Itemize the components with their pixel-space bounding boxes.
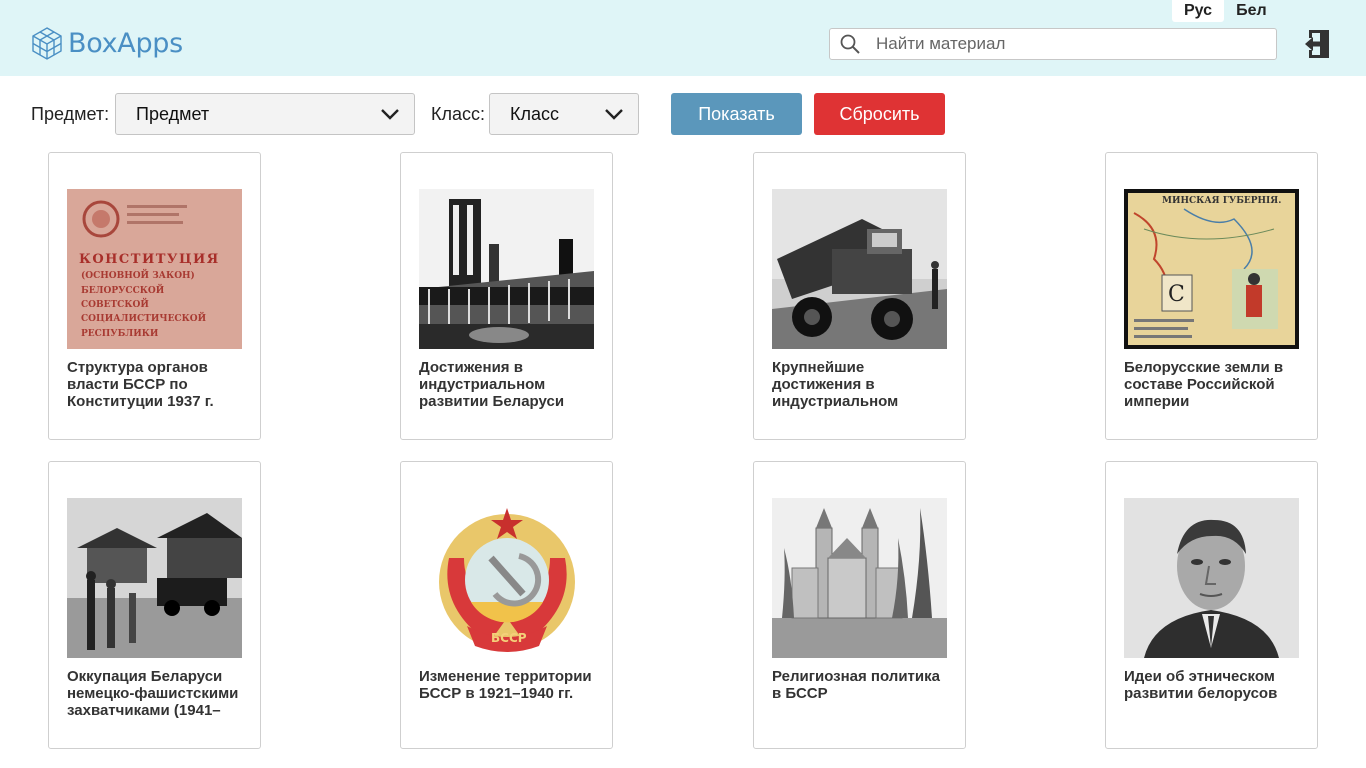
card-title: Идеи об этническом развитии белорусов: [1124, 668, 1278, 702]
minsk-governorate-map: МИНСКАЯ ГУБЕРНІЯ. С: [1124, 189, 1299, 349]
search-icon: [840, 34, 860, 54]
search-input[interactable]: [876, 34, 1256, 54]
language-switch: Рус Бел: [1172, 0, 1279, 22]
lang-ru-button[interactable]: Рус: [1172, 0, 1225, 22]
card-title: Изменение территории БССР в 1921–1940 гг…: [419, 668, 592, 702]
card-title: Белорусские земли в составе Российской и…: [1124, 359, 1284, 410]
subject-select-value: Предмет: [136, 103, 210, 124]
material-card[interactable]: МИНСКАЯ ГУБЕРНІЯ. С Белорусские земли в …: [1105, 152, 1318, 440]
church-drawing: [772, 498, 947, 658]
header: BoxApps Рус Бел: [0, 0, 1366, 76]
subject-label: Предмет:: [31, 104, 110, 124]
cube-logo-icon: [32, 27, 62, 60]
grade-select[interactable]: Класс: [489, 93, 639, 135]
svg-text:БССР: БССР: [491, 631, 527, 645]
show-button[interactable]: Показать: [671, 93, 802, 135]
card-title: Крупнейшие достижения в индустриальном: [772, 359, 899, 410]
portrait-photo: [1124, 498, 1299, 658]
logo-text: BoxApps: [68, 27, 183, 59]
logo[interactable]: BoxApps: [30, 26, 183, 60]
svg-text:МИНСКАЯ ГУБЕРНІЯ.: МИНСКАЯ ГУБЕРНІЯ.: [1162, 196, 1281, 206]
card-title: Структура органов власти БССР по Констит…: [67, 359, 214, 410]
material-card[interactable]: Крупнейшие достижения в индустриальном: [753, 152, 966, 440]
svg-text:КОНСТИТУЦИЯ: КОНСТИТУЦИЯ: [79, 252, 220, 267]
grade-select-value: Класс: [510, 103, 559, 124]
svg-text:С: С: [1168, 282, 1185, 307]
material-card[interactable]: Религиозная политика в БССР: [753, 461, 966, 749]
constitution-cover-image: КОНСТИТУЦИЯ (ОСНОВНОЙ ЗАКОН) БЕЛОРУССКОЙ…: [67, 189, 242, 349]
svg-text:РЕСПУБЛИКИ: РЕСПУБЛИКИ: [81, 329, 159, 339]
grade-label: Класс:: [431, 104, 485, 124]
material-card[interactable]: БССР Изменение территории БССР в 1921–19…: [400, 461, 613, 749]
card-title: Религиозная политика в БССР: [772, 668, 940, 702]
card-title: Оккупация Беларуси немецко-фашистскими з…: [67, 668, 239, 719]
industrial-plant-photo: [419, 189, 594, 349]
subject-select[interactable]: Предмет: [115, 93, 415, 135]
card-title: Достижения в индустриальном развитии Бел…: [419, 359, 565, 410]
reset-button[interactable]: Сбросить: [814, 93, 945, 135]
material-card[interactable]: Идеи об этническом развитии белорусов: [1105, 461, 1318, 749]
logout-door-icon[interactable]: [1303, 28, 1333, 60]
material-card[interactable]: КОНСТИТУЦИЯ (ОСНОВНОЙ ЗАКОН) БЕЛОРУССКОЙ…: [48, 152, 261, 440]
bssr-coat-of-arms: БССР: [419, 498, 594, 658]
search-box: [829, 28, 1277, 60]
lang-by-button[interactable]: Бел: [1224, 0, 1279, 22]
dump-truck-photo: [772, 189, 947, 349]
occupation-village-photo: [67, 498, 242, 658]
material-card[interactable]: Оккупация Беларуси немецко-фашистскими з…: [48, 461, 261, 749]
chevron-down-icon: [605, 109, 623, 120]
material-card[interactable]: Достижения в индустриальном развитии Бел…: [400, 152, 613, 440]
chevron-down-icon: [381, 109, 399, 120]
